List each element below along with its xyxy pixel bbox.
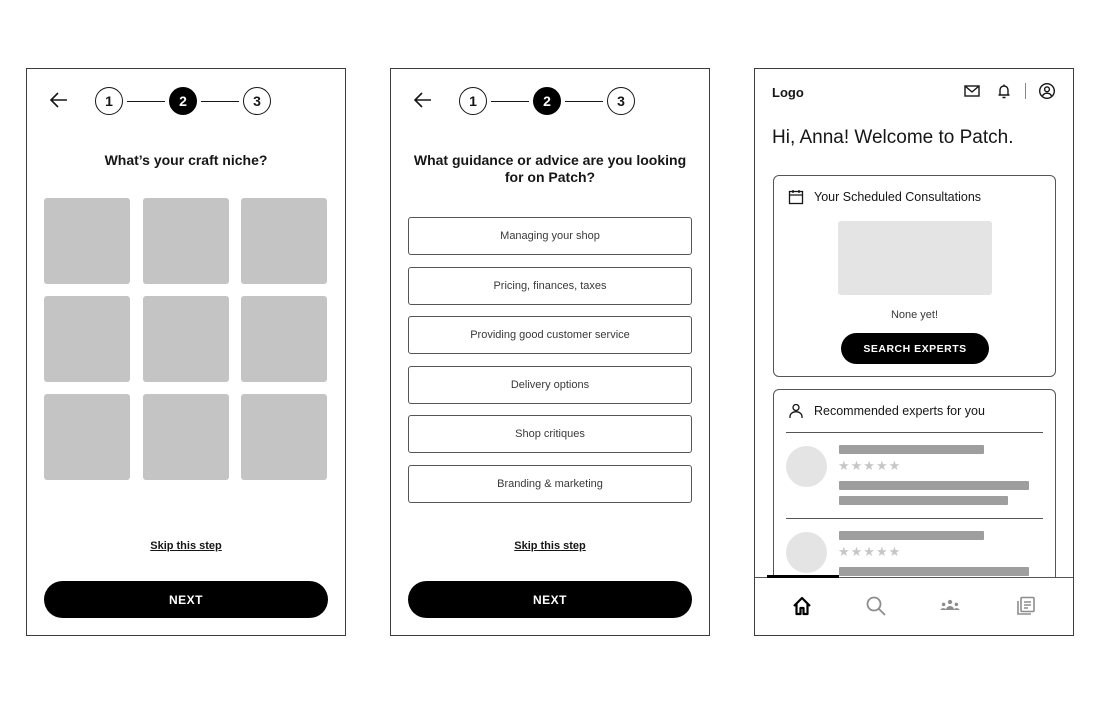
expert-avatar [786, 532, 827, 573]
expert-bio-placeholder [839, 481, 1029, 490]
empty-state-text: None yet! [890, 309, 939, 321]
search-icon[interactable] [864, 594, 888, 618]
craft-tile[interactable] [241, 394, 327, 480]
expert-bio-placeholder [839, 567, 1029, 576]
progress-stepper: 1 2 3 [459, 87, 635, 115]
step-1: 1 [95, 87, 123, 115]
search-experts-button[interactable]: SEARCH EXPERTS [841, 333, 989, 364]
library-icon[interactable] [1014, 594, 1038, 618]
craft-tile-grid [44, 198, 327, 480]
question-heading: What’s your craft niche? [104, 152, 268, 168]
craft-tile[interactable] [44, 296, 130, 382]
craft-tile[interactable] [142, 394, 229, 480]
progress-stepper: 1 2 3 [95, 87, 271, 115]
profile-icon[interactable] [1038, 82, 1056, 100]
header-actions [963, 82, 1056, 100]
option-delivery[interactable]: Delivery options [408, 365, 692, 404]
card-title: Recommended experts for you [814, 404, 985, 418]
option-shop-critiques[interactable]: Shop critiques [408, 415, 692, 453]
question-heading: What guidance or advice are you looking … [413, 152, 687, 185]
craft-tile[interactable] [44, 394, 130, 480]
step-1: 1 [459, 87, 487, 115]
expert-bio-placeholder [839, 496, 1008, 505]
expert-list-item[interactable]: ★★★★★ [786, 434, 1046, 514]
craft-tile[interactable] [142, 296, 229, 382]
home-icon[interactable] [790, 594, 814, 618]
star-rating: ★★★★★ [838, 544, 902, 559]
craft-tile[interactable] [142, 198, 229, 284]
step-connector [201, 100, 239, 102]
expert-name-placeholder [839, 531, 984, 540]
option-managing-shop[interactable]: Managing your shop [408, 217, 692, 255]
next-button[interactable]: NEXT [408, 581, 692, 618]
option-branding[interactable]: Branding & marketing [408, 464, 692, 503]
step-connector [127, 100, 165, 102]
empty-state-image [838, 221, 992, 295]
step-2-active: 2 [169, 87, 197, 115]
guidance-options: Managing your shop Pricing, finances, ta… [408, 217, 692, 514]
person-icon [787, 402, 805, 420]
welcome-greeting: Hi, Anna! Welcome to Patch. [772, 127, 1014, 148]
next-button[interactable]: NEXT [44, 581, 328, 618]
guidance-screen: 1 2 3 What guidance or advice are you lo… [390, 68, 710, 636]
divider [786, 518, 1043, 519]
header-separator [1025, 83, 1026, 99]
divider [786, 432, 1043, 433]
step-2-active: 2 [533, 87, 561, 115]
expert-name-placeholder [839, 445, 984, 454]
skip-step-link[interactable]: Skip this step [391, 540, 709, 552]
bell-icon[interactable] [995, 82, 1013, 100]
craft-tile[interactable] [241, 296, 327, 382]
skip-step-link[interactable]: Skip this step [27, 540, 345, 552]
back-arrow-icon[interactable] [411, 88, 435, 112]
community-icon[interactable] [938, 594, 962, 618]
calendar-icon [787, 188, 805, 206]
craft-tile[interactable] [44, 198, 130, 284]
dashboard-screen: Logo Hi, Anna! Welcome to Patch. Your Sc… [754, 68, 1074, 636]
craft-niche-screen: 1 2 3 What’s your craft niche? Skip this… [26, 68, 346, 636]
card-title: Your Scheduled Consultations [814, 190, 982, 204]
step-connector [565, 100, 603, 102]
logo: Logo [772, 85, 804, 100]
back-arrow-icon[interactable] [47, 88, 71, 112]
option-customer-service[interactable]: Providing good customer service [408, 316, 692, 354]
star-rating: ★★★★★ [838, 458, 902, 473]
mail-icon[interactable] [963, 82, 981, 100]
step-connector [491, 100, 529, 102]
craft-tile[interactable] [241, 198, 327, 284]
scheduled-consultations-card: Your Scheduled Consultations None yet! S… [773, 175, 1056, 377]
step-3: 3 [607, 87, 635, 115]
option-pricing[interactable]: Pricing, finances, taxes [408, 266, 692, 305]
bottom-tab-bar [755, 575, 1073, 635]
expert-avatar [786, 446, 827, 487]
active-tab-indicator [767, 575, 839, 578]
step-3: 3 [243, 87, 271, 115]
